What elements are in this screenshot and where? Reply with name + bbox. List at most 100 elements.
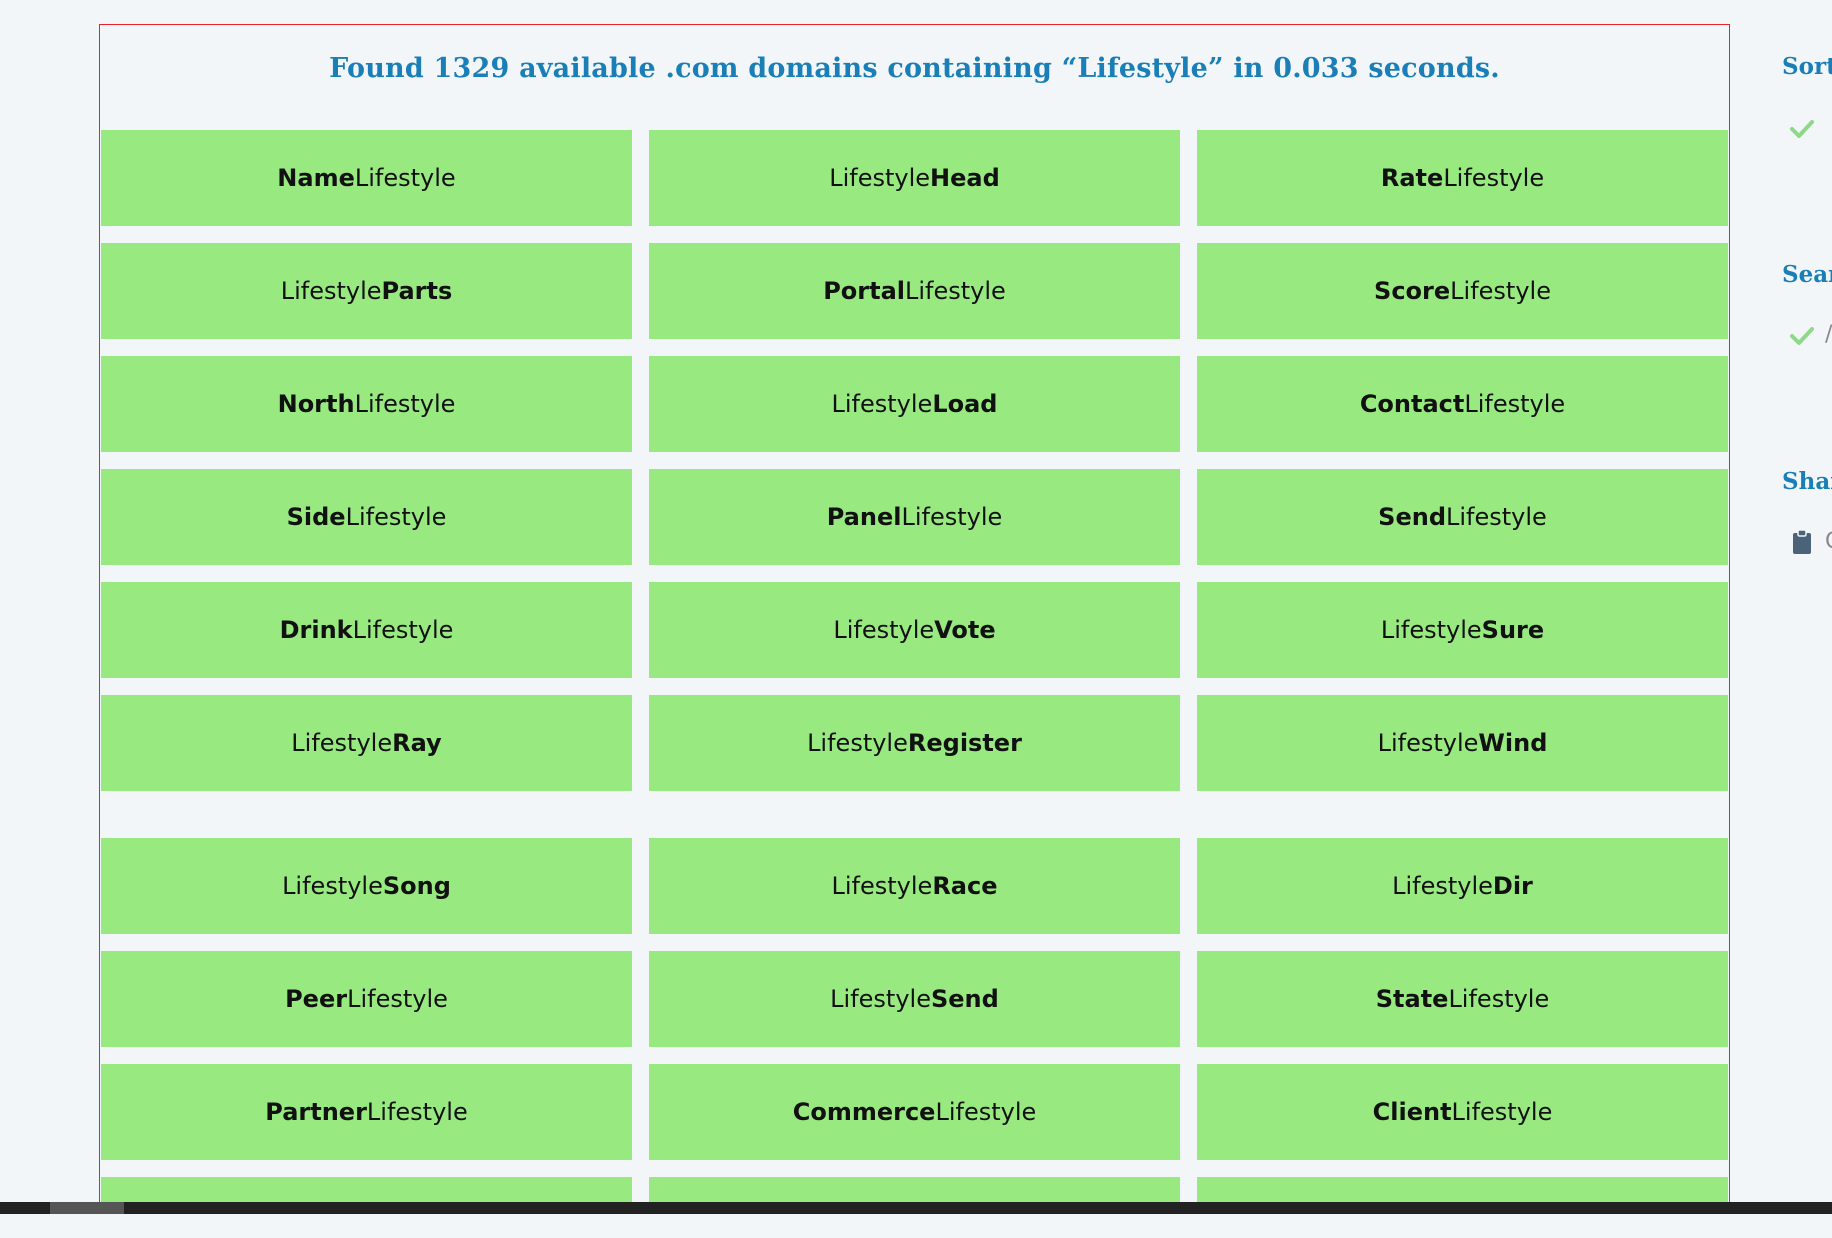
- domain-row: Drink Lifestyle Lifestyle Vote Lifestyle Sure: [101, 582, 1728, 678]
- domain-tile[interactable]: Score Lifestyle: [1197, 243, 1728, 339]
- domain-keyword: Lifestyle: [831, 390, 933, 418]
- domain-tile[interactable]: Lifestyle Vote: [649, 582, 1180, 678]
- domain-keyword: Lifestyle: [1380, 616, 1482, 644]
- domain-tile[interactable]: Lifestyle Parts: [101, 243, 632, 339]
- domain-tile[interactable]: State Lifestyle: [1197, 951, 1728, 1047]
- domain-word-highlight: Dir: [1492, 872, 1533, 900]
- domain-keyword: Lifestyle: [282, 872, 383, 900]
- domain-keyword: Lifestyle: [347, 985, 448, 1013]
- domain-tile[interactable]: Lifestyle Race: [649, 838, 1180, 934]
- domain-tile[interactable]: Send Lifestyle: [1197, 469, 1728, 565]
- domain-tile[interactable]: Drink Lifestyle: [101, 582, 632, 678]
- domain-tile[interactable]: Lifestyle Wind: [1197, 695, 1728, 791]
- domain-word-highlight: Send: [930, 985, 999, 1013]
- domain-word-highlight: State: [1375, 985, 1449, 1013]
- domain-tile[interactable]: Panel Lifestyle: [649, 469, 1180, 565]
- domain-tile[interactable]: Lifestyle Sure: [1197, 582, 1728, 678]
- domain-tile[interactable]: Lifestyle Head: [649, 130, 1180, 226]
- domain-keyword: Lifestyle: [352, 616, 454, 644]
- domain-row: Side Lifestyle Panel Lifestyle Send Lifestyle: [101, 469, 1728, 565]
- domain-keyword: Lifestyle: [1446, 503, 1547, 531]
- domain-tile[interactable]: Lifestyle Dir: [1197, 838, 1728, 934]
- domain-keyword: Lifestyle: [345, 503, 447, 531]
- domain-tile[interactable]: Contact Lifestyle: [1197, 356, 1728, 452]
- domain-row: Partner Lifestyle Commerce Lifestyle Client L…: [101, 1064, 1728, 1160]
- domain-word-highlight: Peer: [285, 985, 348, 1013]
- domain-word-highlight: Vote: [934, 616, 996, 644]
- checkmark-icon[interactable]: [1789, 323, 1815, 349]
- domain-keyword: Lifestyle: [935, 1098, 1037, 1126]
- domain-tile[interactable]: Lifestyle Ray: [101, 695, 632, 791]
- clipboard-icon[interactable]: [1789, 529, 1815, 555]
- domain-tile[interactable]: Peer Lifestyle: [101, 951, 632, 1047]
- sort-heading: Sort: [1782, 53, 1832, 80]
- domain-row: Lifestyle Parts Portal Lifestyle Score Lifest…: [101, 243, 1728, 339]
- domain-word-highlight: Portal: [823, 277, 905, 305]
- domain-word-highlight: Song: [382, 872, 451, 900]
- domain-row: Name Lifestyle Lifestyle Head Rate Lifestyle: [101, 130, 1728, 226]
- domain-keyword: Lifestyle: [1377, 729, 1479, 757]
- checkmark-icon[interactable]: [1789, 116, 1815, 142]
- domain-word-highlight: Wind: [1478, 729, 1548, 757]
- domain-word-highlight: Head: [930, 164, 1000, 192]
- domain-keyword: Lifestyle: [1450, 277, 1551, 305]
- domain-keyword: Lifestyle: [366, 1098, 468, 1126]
- search-heading: Searc: [1782, 261, 1832, 288]
- domain-tile[interactable]: North Lifestyle: [101, 356, 632, 452]
- domain-word-highlight: Contact: [1359, 390, 1465, 418]
- domain-tile[interactable]: Portal Lifestyle: [649, 243, 1180, 339]
- domain-keyword: Lifestyle: [280, 277, 382, 305]
- domain-tile[interactable]: Lifestyle Register: [649, 695, 1180, 791]
- domain-grid: Name Lifestyle Lifestyle Head Rate Lifestyle L…: [101, 130, 1728, 1213]
- domain-word-highlight: North: [277, 390, 355, 418]
- domain-keyword: Lifestyle: [1464, 390, 1566, 418]
- domain-keyword: Lifestyle: [291, 729, 393, 757]
- domain-row: North Lifestyle Lifestyle Load Contact Lifest…: [101, 356, 1728, 452]
- domain-word-highlight: Score: [1374, 277, 1451, 305]
- domain-keyword: Lifestyle: [831, 872, 933, 900]
- domain-tile[interactable]: Commerce Lifestyle: [649, 1064, 1180, 1160]
- domain-keyword: Lifestyle: [905, 277, 1006, 305]
- domain-word-highlight: Load: [932, 390, 998, 418]
- search-option-label: /: [1825, 322, 1832, 347]
- domain-row: Lifestyle Song Lifestyle Race Lifestyle Dir: [101, 838, 1728, 934]
- domain-word-highlight: Commerce: [792, 1098, 936, 1126]
- domain-tile[interactable]: Client Lifestyle: [1197, 1064, 1728, 1160]
- domain-tile[interactable]: Name Lifestyle: [101, 130, 632, 226]
- domain-word-highlight: Parts: [381, 277, 453, 305]
- domain-keyword: Lifestyle: [1451, 1098, 1553, 1126]
- domain-keyword: Lifestyle: [1443, 164, 1545, 192]
- results-panel: Found 1329 available .com domains contai…: [99, 24, 1730, 1214]
- domain-keyword: Lifestyle: [830, 985, 931, 1013]
- domain-keyword: Lifestyle: [829, 164, 931, 192]
- sidebar: Sort Searc / Shar C: [1782, 0, 1832, 1238]
- domain-tile[interactable]: Lifestyle Song: [101, 838, 632, 934]
- domain-keyword: Lifestyle: [807, 729, 908, 757]
- domain-word-highlight: Rate: [1380, 164, 1444, 192]
- domain-word-highlight: Send: [1378, 503, 1446, 531]
- domain-word-highlight: Partner: [265, 1098, 367, 1126]
- domain-tile[interactable]: Lifestyle Send: [649, 951, 1180, 1047]
- domain-keyword: Lifestyle: [901, 503, 1003, 531]
- domain-word-highlight: Ray: [392, 729, 442, 757]
- domain-tile[interactable]: Rate Lifestyle: [1197, 130, 1728, 226]
- domain-word-highlight: Sure: [1481, 616, 1545, 644]
- domain-word-highlight: Side: [286, 503, 346, 531]
- domain-keyword: Lifestyle: [354, 390, 456, 418]
- domain-tile[interactable]: Side Lifestyle: [101, 469, 632, 565]
- scrollbar-thumb[interactable]: [50, 1202, 124, 1214]
- domain-keyword: Lifestyle: [833, 616, 935, 644]
- domain-keyword: Lifestyle: [354, 164, 456, 192]
- domain-word-highlight: Panel: [826, 503, 902, 531]
- domain-word-highlight: Race: [932, 872, 998, 900]
- results-summary: Found 1329 available .com domains contai…: [329, 53, 1500, 84]
- horizontal-scrollbar[interactable]: [0, 1202, 1832, 1214]
- share-heading: Shar: [1782, 468, 1832, 495]
- domain-tile[interactable]: Partner Lifestyle: [101, 1064, 632, 1160]
- domain-keyword: Lifestyle: [1392, 872, 1493, 900]
- domain-word-highlight: Register: [907, 729, 1022, 757]
- domain-row: Peer Lifestyle Lifestyle Send State Lifestyle: [101, 951, 1728, 1047]
- domain-word-highlight: Drink: [279, 616, 353, 644]
- domain-keyword: Lifestyle: [1448, 985, 1550, 1013]
- domain-tile[interactable]: Lifestyle Load: [649, 356, 1180, 452]
